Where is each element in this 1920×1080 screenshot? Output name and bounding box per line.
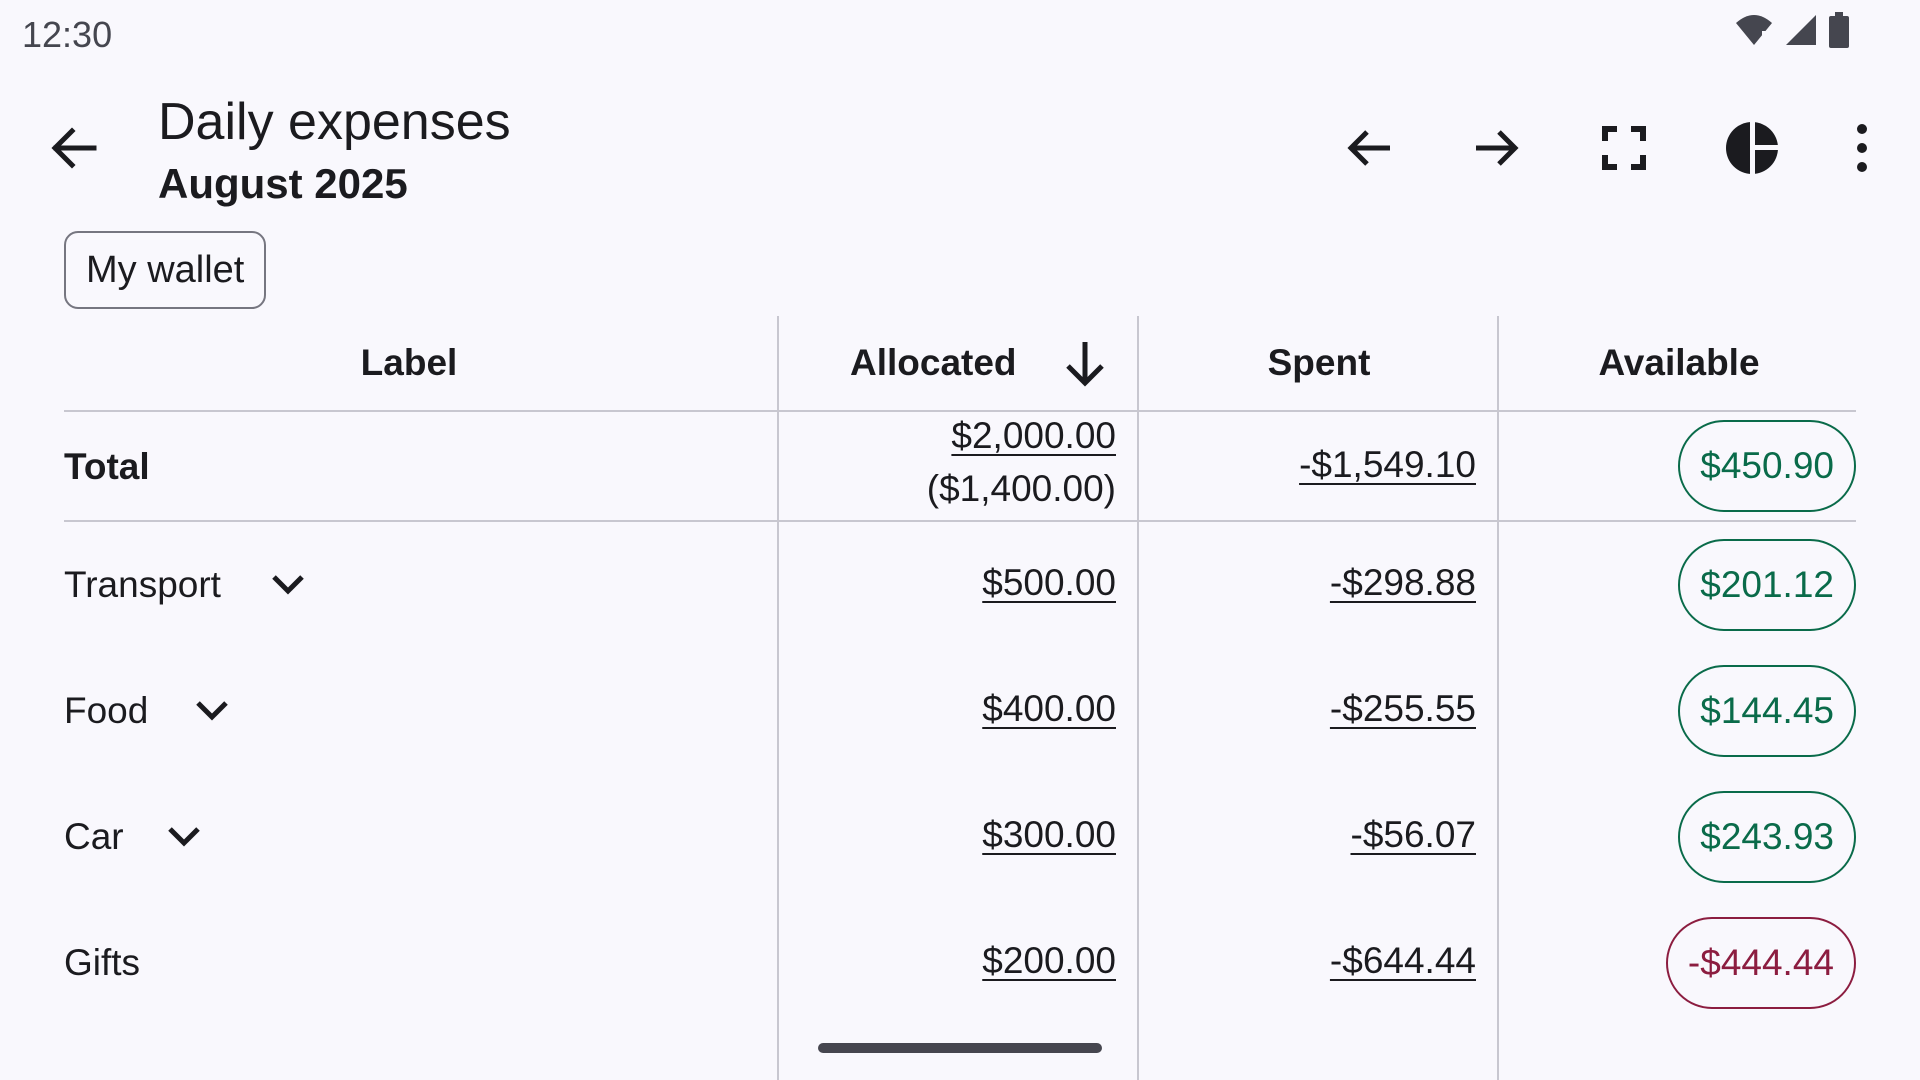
battery-icon bbox=[1829, 12, 1849, 48]
arrow-left-icon bbox=[1347, 130, 1390, 166]
total-label: Total bbox=[64, 446, 150, 487]
page-title: Daily expenses bbox=[158, 93, 511, 151]
expand-chevron-icon[interactable] bbox=[166, 822, 202, 852]
pie-chart-icon bbox=[1726, 120, 1780, 176]
fullscreen-button[interactable] bbox=[1594, 118, 1654, 178]
arrow-right-icon bbox=[1476, 130, 1519, 166]
column-header-label[interactable]: Label bbox=[64, 338, 754, 388]
column-divider bbox=[777, 316, 779, 1080]
spent-gifts[interactable]: -$644.44 bbox=[1330, 940, 1476, 982]
row-label-gifts[interactable]: Gifts bbox=[64, 938, 140, 988]
total-allocated[interactable]: $2,000.00 bbox=[951, 415, 1116, 457]
column-divider bbox=[1137, 316, 1139, 1080]
horizontal-scrollbar[interactable] bbox=[818, 1043, 1102, 1053]
allocated-car[interactable]: $300.00 bbox=[982, 814, 1116, 856]
sort-descending-icon[interactable] bbox=[1060, 338, 1110, 388]
category-label: Car bbox=[64, 816, 124, 857]
available-car-pill[interactable]: $243.93 bbox=[1678, 791, 1856, 883]
cellular-icon bbox=[1786, 15, 1816, 45]
more-vert-icon bbox=[1857, 124, 1867, 172]
page-subtitle: August 2025 bbox=[158, 160, 408, 207]
status-icons bbox=[1734, 12, 1850, 48]
more-options-button[interactable] bbox=[1832, 118, 1892, 178]
expand-chevron-icon[interactable] bbox=[270, 570, 306, 600]
back-button[interactable] bbox=[44, 118, 104, 178]
wifi-icon bbox=[1736, 15, 1772, 45]
row-label-car[interactable]: Car bbox=[64, 812, 124, 862]
wallet-filter-chip[interactable]: My wallet bbox=[64, 231, 267, 309]
previous-period-button[interactable] bbox=[1340, 118, 1400, 178]
chart-view-button[interactable] bbox=[1722, 118, 1782, 178]
total-divider bbox=[64, 520, 1856, 522]
available-gifts-pill[interactable]: -$444.44 bbox=[1665, 917, 1856, 1009]
column-divider bbox=[1497, 316, 1499, 1080]
expand-chevron-icon[interactable] bbox=[194, 696, 230, 726]
total-spent[interactable]: -$1,549.10 bbox=[1299, 444, 1476, 486]
column-header-available[interactable]: Available bbox=[1500, 338, 1858, 388]
fullscreen-icon bbox=[1602, 126, 1646, 170]
status-time: 12:30 bbox=[22, 14, 113, 55]
category-label: Food bbox=[64, 690, 149, 731]
next-period-button[interactable] bbox=[1466, 118, 1526, 178]
category-label: Transport bbox=[64, 564, 221, 605]
total-available-pill[interactable]: $450.90 bbox=[1678, 420, 1856, 512]
category-label: Gifts bbox=[64, 942, 141, 983]
spent-car[interactable]: -$56.07 bbox=[1351, 814, 1477, 856]
allocated-transport[interactable]: $500.00 bbox=[982, 562, 1116, 604]
spent-transport[interactable]: -$298.88 bbox=[1330, 562, 1476, 604]
allocated-food[interactable]: $400.00 bbox=[982, 688, 1116, 730]
allocated-gifts[interactable]: $200.00 bbox=[982, 940, 1116, 982]
total-allocated-unassigned: ($1,400.00) bbox=[926, 468, 1116, 509]
available-food-pill[interactable]: $144.45 bbox=[1678, 665, 1856, 757]
row-label-transport[interactable]: Transport bbox=[64, 560, 221, 610]
column-header-allocated-text: Allocated bbox=[850, 342, 1017, 383]
column-header-allocated[interactable]: Allocated bbox=[850, 338, 1017, 388]
available-transport-pill[interactable]: $201.12 bbox=[1678, 539, 1856, 631]
header-divider bbox=[64, 410, 1856, 412]
spent-food[interactable]: -$255.55 bbox=[1330, 688, 1476, 730]
row-label-food[interactable]: Food bbox=[64, 686, 148, 736]
column-header-spent[interactable]: Spent bbox=[1140, 338, 1498, 388]
arrow-back-icon bbox=[51, 127, 97, 169]
